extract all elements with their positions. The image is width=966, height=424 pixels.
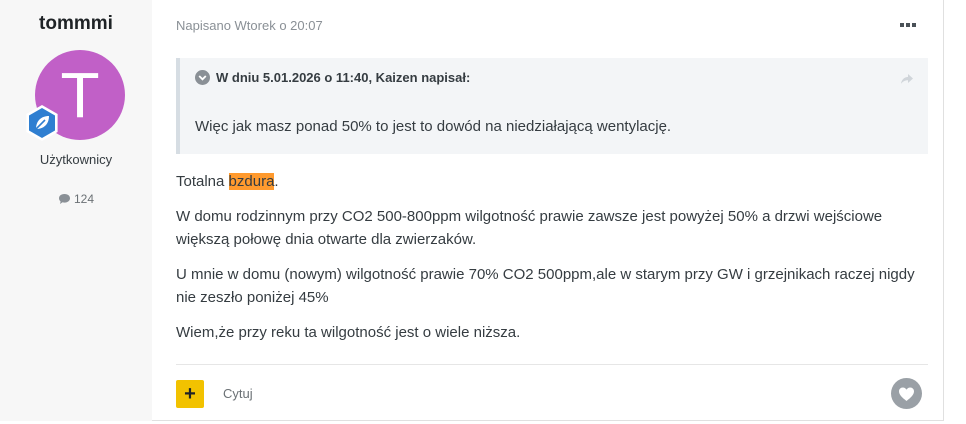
- share-arrow-icon[interactable]: [900, 72, 914, 90]
- multiquote-plus-button[interactable]: +: [176, 380, 204, 408]
- quote-header[interactable]: W dniu 5.01.2026 o 11:40, Kaizen napisał…: [195, 70, 470, 85]
- content-text: .: [274, 173, 279, 190]
- divider: [176, 364, 928, 365]
- like-heart-icon[interactable]: [891, 378, 922, 409]
- chevron-down-icon[interactable]: [195, 70, 210, 85]
- post-content: Totalna bzdura. W domu rodzinnym przy CO…: [176, 170, 928, 356]
- content-paragraph: Totalna bzdura.: [176, 170, 928, 193]
- author-name[interactable]: tommmi: [0, 13, 152, 35]
- post-count-value: 124: [73, 192, 95, 206]
- leaf-badge-icon: [23, 104, 61, 142]
- content-paragraph: U mnie w domu (nowym) wilgotność prawie …: [176, 266, 915, 306]
- author-role: Użytkownicy: [39, 152, 113, 167]
- post-date[interactable]: Napisano Wtorek o 20:07: [176, 18, 323, 33]
- quote-block: W dniu 5.01.2026 o 11:40, Kaizen napisał…: [176, 58, 928, 154]
- content-paragraph: W domu rodzinnym przy CO2 500-800ppm wil…: [176, 208, 883, 248]
- quote-header-text: W dniu 5.01.2026 o 11:40, Kaizen napisał…: [216, 70, 471, 85]
- highlighted-word: bzdura: [228, 173, 275, 190]
- post-count: 124: [0, 192, 152, 206]
- forum-post: tommmi T Użytkownicy 124 Napisano Wtorek…: [0, 0, 944, 421]
- author-panel: tommmi T Użytkownicy 124: [0, 0, 152, 421]
- content-paragraph: Wiem,że przy reku ta wilgotność jest o w…: [176, 324, 521, 341]
- content-text: Totalna: [176, 173, 229, 190]
- comment-icon: [58, 194, 70, 204]
- quote-button[interactable]: Cytuj: [223, 386, 253, 401]
- more-options-icon[interactable]: [897, 15, 919, 35]
- quote-body: Więc jak masz ponad 50% to jest to dowód…: [195, 118, 672, 135]
